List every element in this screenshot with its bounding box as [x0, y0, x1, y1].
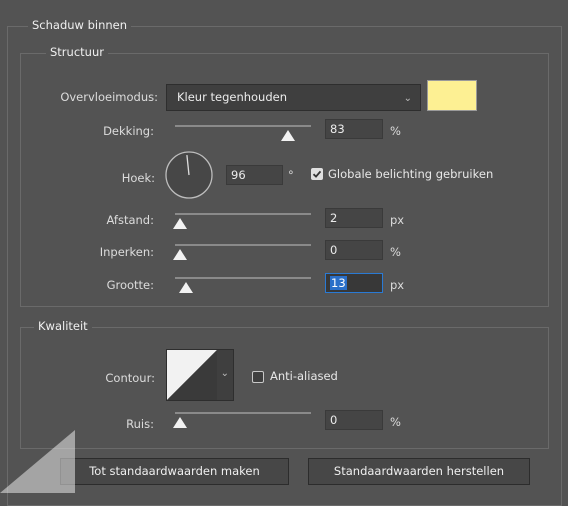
- contour-chevron-down-icon[interactable]: ⌄: [221, 368, 229, 379]
- noise-slider-track[interactable]: [175, 412, 311, 414]
- shadow-color-swatch[interactable]: [427, 80, 477, 111]
- opacity-label: Dekking:: [103, 124, 154, 138]
- angle-dial[interactable]: [164, 150, 214, 200]
- global-light-checkbox[interactable]: [311, 168, 323, 180]
- choke-unit: %: [390, 245, 401, 259]
- blend-mode-value: Kleur tegenhouden: [177, 90, 288, 104]
- structure-title: Structuur: [46, 45, 108, 59]
- anti-aliased-checkbox[interactable]: [252, 371, 264, 383]
- opacity-unit: %: [390, 124, 401, 138]
- decorative-overlay: [0, 430, 75, 493]
- checkmark-icon: [312, 170, 322, 178]
- angle-unit: °: [288, 168, 294, 182]
- contour-preview-icon: [167, 350, 217, 400]
- blend-mode-select[interactable]: Kleur tegenhouden ⌄: [166, 84, 421, 111]
- angle-label: Hoek:: [121, 171, 155, 185]
- distance-label: Afstand:: [106, 213, 154, 227]
- distance-input[interactable]: 2: [325, 208, 383, 228]
- angle-input[interactable]: 96: [226, 165, 283, 185]
- contour-label: Contour:: [105, 371, 155, 385]
- choke-slider-track[interactable]: [175, 244, 311, 246]
- size-slider-track[interactable]: [175, 277, 311, 279]
- size-label: Grootte:: [106, 278, 154, 292]
- inner-shadow-title: Schaduw binnen: [28, 18, 132, 32]
- make-default-button[interactable]: Tot standaardwaarden maken: [60, 458, 289, 485]
- noise-input[interactable]: 0: [325, 410, 383, 430]
- size-input[interactable]: 13: [325, 273, 383, 293]
- size-input-value: 13: [330, 276, 347, 290]
- size-unit: px: [390, 278, 405, 292]
- opacity-input[interactable]: 83: [325, 119, 383, 139]
- reset-default-button[interactable]: Standaardwaarden herstellen: [308, 458, 530, 485]
- noise-unit: %: [390, 415, 401, 429]
- blend-mode-label: Overvloeimodus:: [60, 90, 158, 104]
- opacity-slider-track[interactable]: [175, 125, 311, 127]
- noise-label: Ruis:: [126, 417, 154, 431]
- distance-slider-track[interactable]: [175, 213, 311, 215]
- contour-picker[interactable]: ⌄: [166, 349, 234, 401]
- distance-unit: px: [390, 213, 405, 227]
- global-light-label: Globale belichting gebruiken: [328, 167, 494, 181]
- choke-input[interactable]: 0: [325, 240, 383, 260]
- choke-label: Inperken:: [99, 245, 154, 259]
- anti-aliased-label: Anti-aliased: [270, 369, 338, 383]
- chevron-down-icon: ⌄: [403, 93, 412, 104]
- quality-title: Kwaliteit: [34, 319, 92, 333]
